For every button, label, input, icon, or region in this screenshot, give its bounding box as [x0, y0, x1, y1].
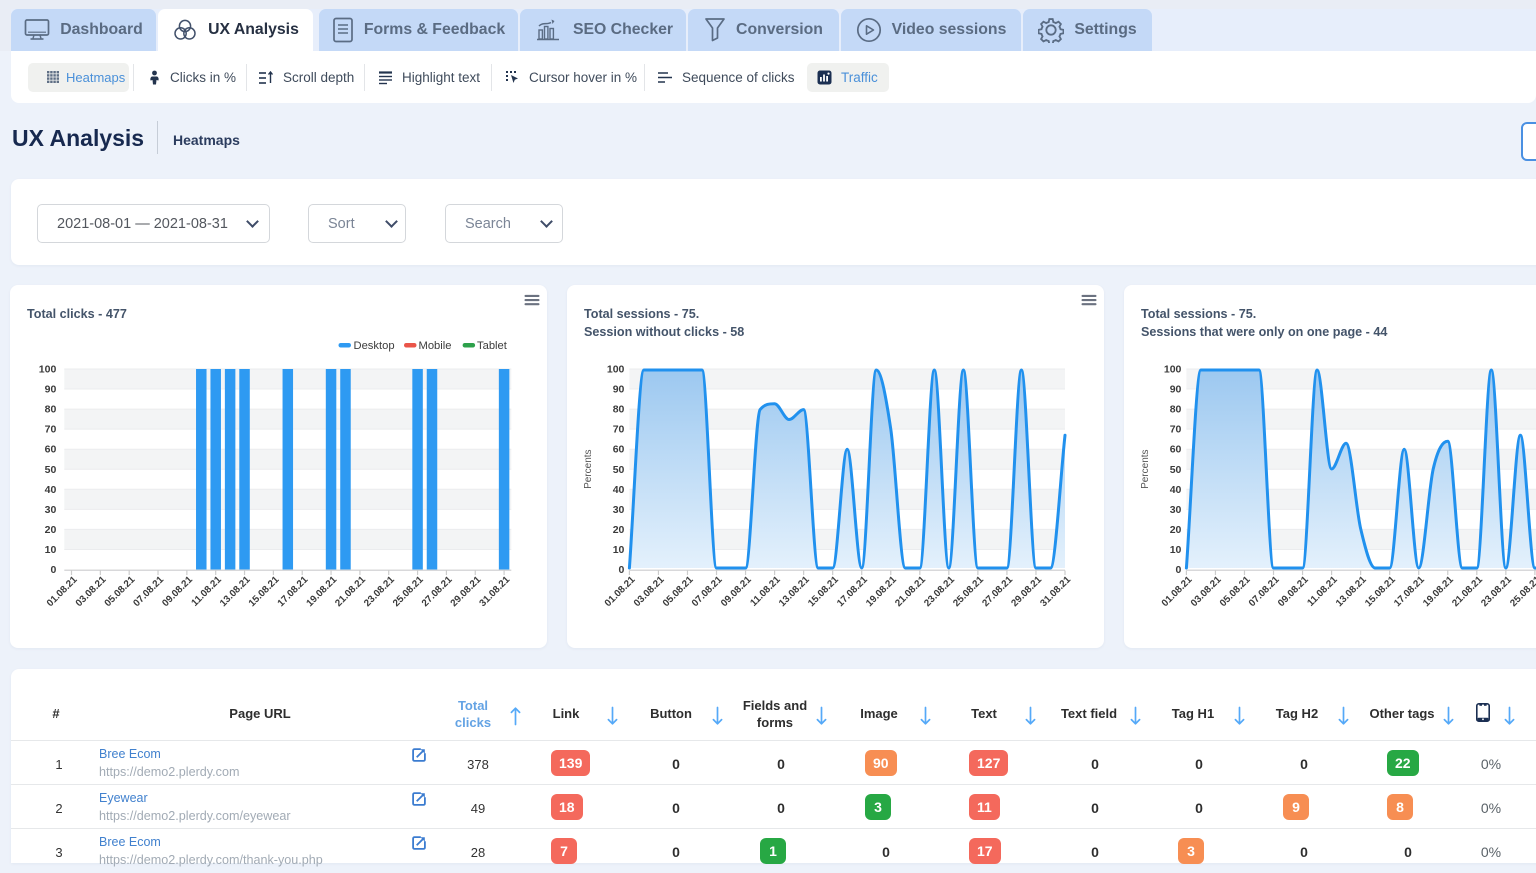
svg-text:25.08.21: 25.08.21: [951, 574, 986, 609]
svg-text:15.08.21: 15.08.21: [1363, 574, 1398, 609]
svg-text:23.08.21: 23.08.21: [922, 574, 957, 609]
svg-text:29.08.21: 29.08.21: [1009, 574, 1044, 609]
svg-text:05.08.21: 05.08.21: [103, 574, 138, 609]
svg-text:80: 80: [613, 404, 625, 416]
svg-text:13.08.21: 13.08.21: [218, 574, 253, 609]
svg-text:30: 30: [45, 504, 57, 516]
svg-text:07.08.21: 07.08.21: [690, 574, 725, 609]
svg-text:13.08.21: 13.08.21: [1334, 574, 1369, 609]
svg-text:05.08.21: 05.08.21: [1218, 574, 1253, 609]
svg-text:21.08.21: 21.08.21: [333, 574, 368, 609]
svg-text:Mobile: Mobile: [419, 340, 452, 352]
svg-text:31.08.21: 31.08.21: [477, 574, 512, 609]
svg-text:0: 0: [619, 564, 625, 576]
svg-text:50: 50: [45, 464, 57, 476]
svg-text:19.08.21: 19.08.21: [1421, 574, 1456, 609]
svg-text:03.08.21: 03.08.21: [1189, 574, 1224, 609]
svg-text:60: 60: [613, 444, 625, 456]
svg-text:80: 80: [1170, 404, 1182, 416]
svg-text:40: 40: [45, 484, 57, 496]
svg-text:20: 20: [1170, 524, 1182, 536]
svg-text:13.08.21: 13.08.21: [777, 574, 812, 609]
svg-text:20: 20: [613, 524, 625, 536]
svg-text:Percents: Percents: [1140, 449, 1151, 488]
svg-text:01.08.21: 01.08.21: [1160, 574, 1195, 609]
svg-text:03.08.21: 03.08.21: [74, 574, 109, 609]
svg-text:30: 30: [613, 504, 625, 516]
svg-text:80: 80: [45, 404, 57, 416]
svg-text:05.08.21: 05.08.21: [661, 574, 696, 609]
svg-text:27.08.21: 27.08.21: [980, 574, 1015, 609]
svg-text:03.08.21: 03.08.21: [632, 574, 667, 609]
svg-text:23.08.21: 23.08.21: [1479, 574, 1514, 609]
svg-text:17.08.21: 17.08.21: [276, 574, 311, 609]
svg-text:17.08.21: 17.08.21: [835, 574, 870, 609]
svg-text:25.08.21: 25.08.21: [391, 574, 426, 609]
svg-text:21.08.21: 21.08.21: [1450, 574, 1485, 609]
svg-text:30: 30: [1170, 504, 1182, 516]
svg-text:19.08.21: 19.08.21: [304, 574, 339, 609]
svg-text:100: 100: [607, 364, 625, 376]
svg-text:70: 70: [45, 424, 57, 436]
svg-text:50: 50: [613, 464, 625, 476]
svg-text:19.08.21: 19.08.21: [864, 574, 899, 609]
svg-text:15.08.21: 15.08.21: [247, 574, 282, 609]
svg-text:20: 20: [45, 524, 57, 536]
svg-text:60: 60: [1170, 444, 1182, 456]
svg-text:07.08.21: 07.08.21: [131, 574, 166, 609]
svg-text:23.08.21: 23.08.21: [362, 574, 397, 609]
svg-text:10: 10: [45, 544, 57, 556]
svg-text:50: 50: [1170, 464, 1182, 476]
svg-text:25.08.21: 25.08.21: [1508, 574, 1536, 609]
svg-text:100: 100: [39, 364, 57, 376]
svg-text:0: 0: [50, 564, 56, 576]
svg-text:90: 90: [1170, 384, 1182, 396]
svg-text:29.08.21: 29.08.21: [449, 574, 484, 609]
svg-text:07.08.21: 07.08.21: [1247, 574, 1282, 609]
svg-text:70: 70: [613, 424, 625, 436]
svg-text:27.08.21: 27.08.21: [420, 574, 455, 609]
svg-text:90: 90: [45, 384, 57, 396]
svg-text:10: 10: [1170, 544, 1182, 556]
svg-text:31.08.21: 31.08.21: [1038, 574, 1073, 609]
svg-text:Percents: Percents: [583, 449, 594, 488]
svg-text:0: 0: [1176, 564, 1182, 576]
svg-text:15.08.21: 15.08.21: [806, 574, 841, 609]
svg-text:10: 10: [613, 544, 625, 556]
svg-text:90: 90: [613, 384, 625, 396]
svg-text:09.08.21: 09.08.21: [160, 574, 195, 609]
svg-text:01.08.21: 01.08.21: [603, 574, 638, 609]
svg-text:17.08.21: 17.08.21: [1392, 574, 1427, 609]
svg-text:100: 100: [1164, 364, 1182, 376]
svg-text:21.08.21: 21.08.21: [893, 574, 928, 609]
svg-text:09.08.21: 09.08.21: [1276, 574, 1311, 609]
svg-text:70: 70: [1170, 424, 1182, 436]
svg-text:09.08.21: 09.08.21: [719, 574, 754, 609]
svg-text:01.08.21: 01.08.21: [45, 574, 80, 609]
svg-text:Tablet: Tablet: [477, 340, 508, 352]
svg-text:40: 40: [613, 484, 625, 496]
svg-text:Desktop: Desktop: [354, 340, 395, 352]
svg-text:60: 60: [45, 444, 57, 456]
svg-text:40: 40: [1170, 484, 1182, 496]
